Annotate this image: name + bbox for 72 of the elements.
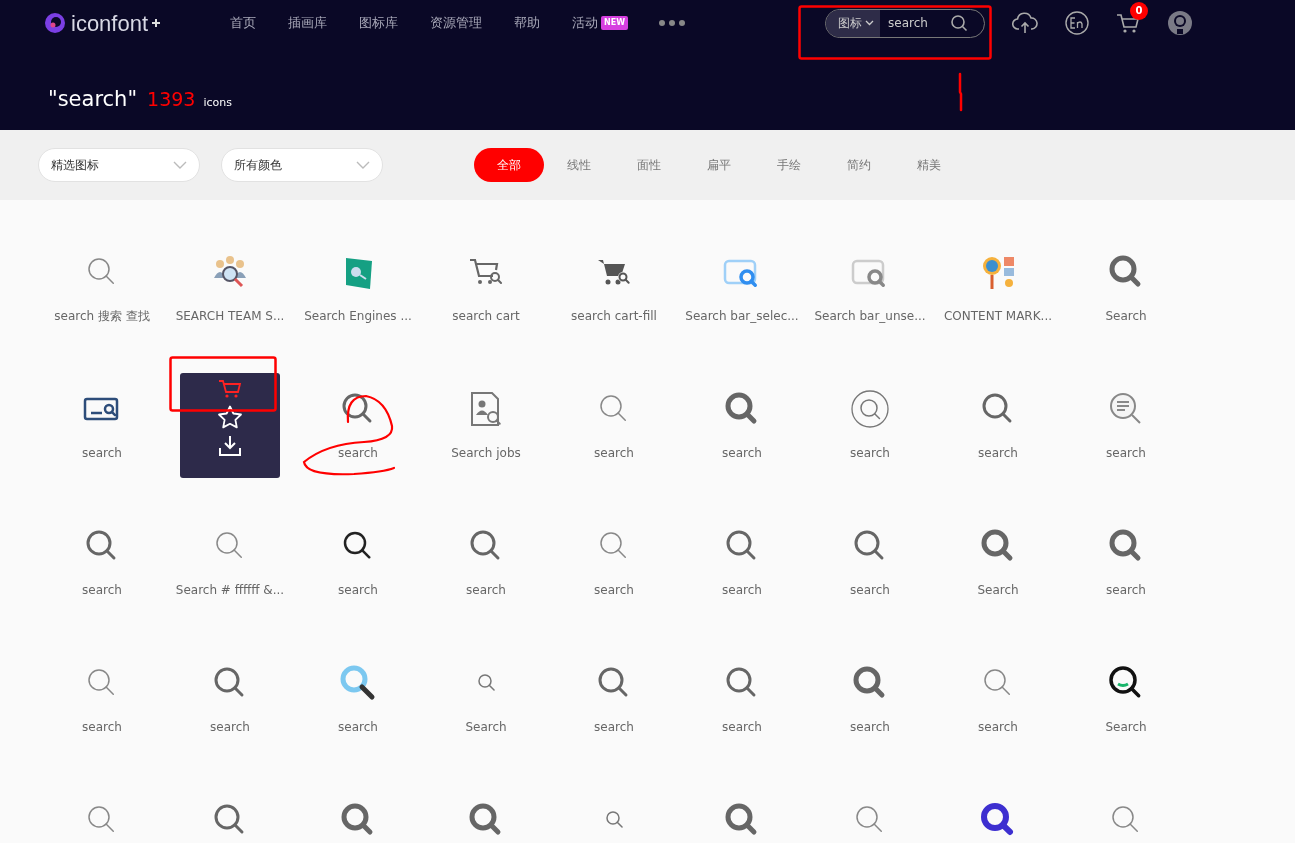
nav-link[interactable]: 首页: [230, 13, 257, 33]
logo-icon[interactable]: [43, 11, 67, 35]
cart-count: 0: [1130, 2, 1149, 20]
icon-label: search: [82, 582, 122, 599]
more-icon[interactable]: [658, 19, 687, 27]
icon-label: Search Engines ...: [304, 308, 412, 325]
style-tab[interactable]: 手绘: [754, 148, 824, 182]
icon-label: search: [722, 445, 762, 462]
style-tab[interactable]: 精美: [894, 148, 964, 182]
style-tab[interactable]: 线性: [544, 148, 614, 182]
icon-label: CONTENT MARK...: [943, 308, 1052, 325]
result-unit: icons: [203, 95, 232, 111]
chevron-icon: [173, 161, 187, 169]
icon-label: Search: [1105, 308, 1147, 325]
star-icon[interactable]: [217, 405, 243, 429]
icon-label: search: [722, 582, 762, 599]
icon-label: search: [82, 445, 122, 462]
style-tab[interactable]: 全部: [474, 148, 544, 182]
icon-label: search: [850, 445, 890, 462]
chevron-icon: [865, 20, 875, 26]
download-icon[interactable]: [218, 435, 242, 457]
icon-label: search cart: [452, 308, 520, 325]
plus-icon: [152, 19, 161, 27]
icon-label: search: [338, 445, 378, 462]
icon-label: Search # ffffff &...: [175, 582, 285, 599]
chevron-icon: [356, 161, 370, 169]
nav-link[interactable]: 活动: [572, 13, 599, 33]
upload-cloud-icon[interactable]: [1012, 12, 1039, 34]
icon-label: Search: [1105, 719, 1147, 736]
filter-dropdown[interactable]: 精选图标: [38, 148, 200, 182]
style-tab[interactable]: 简约: [824, 148, 894, 182]
icon-label: search: [82, 719, 122, 736]
query-text: "search": [48, 86, 138, 113]
logo-text[interactable]: iconfont: [71, 6, 149, 40]
language-icon[interactable]: [1065, 11, 1090, 35]
icon-label: Search bar_selec...: [685, 308, 799, 325]
nav-link[interactable]: 帮助: [514, 13, 541, 33]
new-badge: NEW: [601, 16, 629, 30]
icon-label: search: [850, 582, 890, 599]
avatar-icon[interactable]: [1167, 10, 1194, 36]
nav-link[interactable]: 插画库: [288, 13, 328, 33]
icon-label: search: [594, 582, 634, 599]
icon-label: search: [978, 445, 1018, 462]
icon-label: SEARCH TEAM S...: [175, 308, 285, 325]
icon-label: Search bar_unse...: [814, 308, 926, 325]
result-count: 1393: [147, 87, 196, 112]
icon-label: search 搜索 查找: [54, 308, 150, 325]
icon-label: search: [338, 582, 378, 599]
icon-label: search: [978, 719, 1018, 736]
icon-label: search: [466, 582, 506, 599]
scope-dropdown[interactable]: 图标: [826, 9, 881, 37]
cart-icon[interactable]: [1116, 12, 1141, 35]
icon-label: search: [594, 719, 634, 736]
search-icon[interactable]: [950, 14, 969, 32]
annotation-stroke: [956, 72, 964, 112]
icon-label: Search: [465, 719, 507, 736]
icon-label: search cart-fill: [571, 308, 657, 325]
filter-dropdown[interactable]: 所有颜色: [221, 148, 383, 182]
icon-label: Search jobs: [451, 445, 521, 462]
style-tab[interactable]: 扁平: [684, 148, 754, 182]
icon-label: search: [722, 719, 762, 736]
style-tab[interactable]: 面性: [614, 148, 684, 182]
nav-link[interactable]: 资源管理: [430, 13, 483, 33]
add-to-cart-icon[interactable]: [218, 379, 242, 399]
icon-label: search: [1106, 445, 1146, 462]
icon-label: search: [338, 719, 378, 736]
icon-label: search: [1106, 582, 1146, 599]
icon-label: Search: [977, 582, 1019, 599]
nav-link[interactable]: 图标库: [359, 13, 399, 33]
icon-label: search: [210, 719, 250, 736]
icon-label: search: [594, 445, 634, 462]
icon-label: search: [850, 719, 890, 736]
